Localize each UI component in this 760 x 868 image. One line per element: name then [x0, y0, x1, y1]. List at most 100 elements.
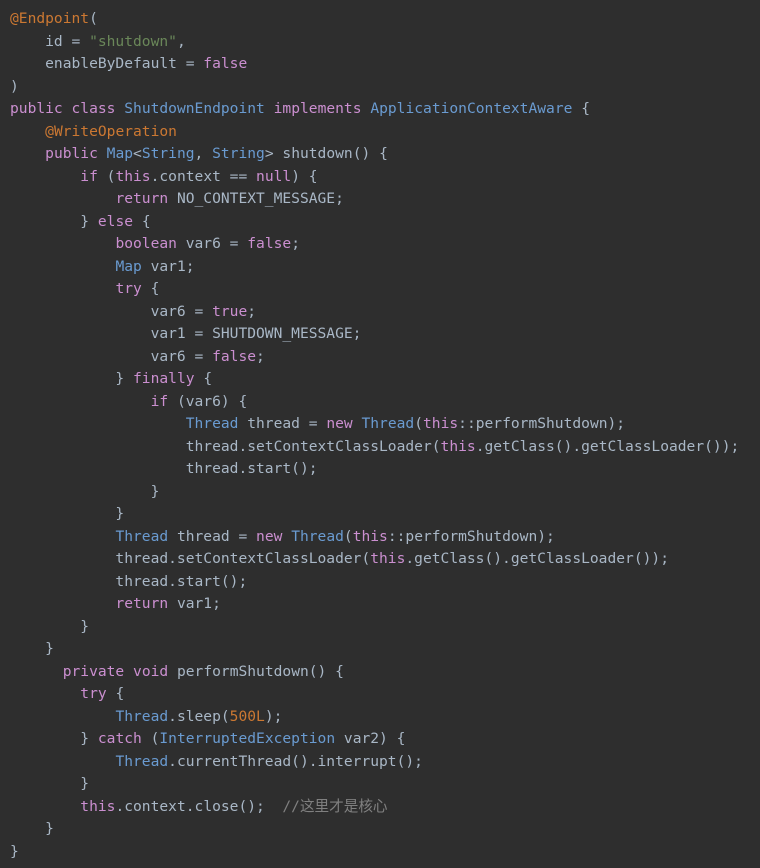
- code-token-plain: NO_CONTEXT_MESSAGE;: [168, 190, 344, 207]
- code-token-keyword: class: [71, 100, 116, 117]
- code-token-plain: thread.setContextClassLoader(: [10, 550, 371, 567]
- code-token-keyword: try: [80, 685, 107, 702]
- code-token-punct: ;: [291, 235, 300, 252]
- code-token-punct: {: [133, 212, 151, 230]
- code-token-punct: <: [133, 145, 142, 162]
- code-token-keyword: this: [370, 550, 406, 567]
- code-token-type: Thread: [361, 415, 415, 432]
- code-block[interactable]: @Endpoint( id = "shutdown", enableByDefa…: [10, 8, 760, 863]
- code-token-plain: .getClass().getClassLoader());: [405, 550, 669, 567]
- code-token-punct: (: [141, 730, 160, 747]
- code-token-plain: thread.start();: [10, 572, 248, 590]
- code-line: }: [10, 481, 760, 504]
- code-line: if (this.context == null) {: [10, 166, 760, 189]
- code-token-keyword: false: [247, 235, 292, 252]
- code-line: public Map<String, String> shutdown() {: [10, 143, 760, 166]
- code-line: Thread.currentThread().interrupt();: [10, 751, 760, 774]
- code-token-keyword: public: [45, 145, 98, 162]
- code-token-keyword: null: [256, 167, 292, 185]
- code-token-plain: .getClass().getClassLoader());: [475, 437, 740, 455]
- code-token-keyword: true: [212, 302, 248, 320]
- code-line: }: [10, 503, 760, 526]
- code-token-plain: var6 =: [10, 347, 213, 365]
- code-token-plain: ::performShutdown);: [458, 415, 626, 432]
- code-token-comment: //这里才是核心: [282, 797, 388, 815]
- code-token-keyword: private: [62, 662, 125, 680]
- code-token-plain: .context ==: [150, 167, 257, 185]
- code-token-punct: ,: [194, 145, 213, 162]
- code-token-punct: ): [10, 77, 19, 95]
- code-token-keyword: this: [80, 797, 116, 815]
- code-token-plain: var6 =: [10, 302, 213, 320]
- code-line: thread.start();: [10, 458, 760, 481]
- code-line: }: [10, 773, 760, 796]
- code-token-keyword: finally: [133, 370, 195, 387]
- code-line: Thread thread = new Thread(this::perform…: [10, 526, 760, 549]
- code-line: thread.setContextClassLoader(this.getCla…: [10, 548, 760, 571]
- code-token-plain: var1;: [141, 257, 195, 275]
- code-token-punct: ) {: [291, 167, 318, 185]
- code-token-type: Map: [106, 145, 134, 162]
- code-token-plain: var2) {: [335, 730, 406, 747]
- code-line: enableByDefault = false: [10, 53, 760, 76]
- code-token-type: InterruptedException: [159, 730, 336, 747]
- code-token-type: Thread: [185, 415, 239, 432]
- code-token-punct: ;: [256, 347, 265, 365]
- code-line: var6 = false;: [10, 346, 760, 369]
- code-token-punct: (: [89, 10, 98, 27]
- code-token-type: Map: [115, 257, 142, 275]
- code-token-plain: performShutdown() {: [168, 662, 344, 680]
- code-token-plain: );: [264, 707, 283, 725]
- code-token-plain: .sleep(: [168, 707, 230, 725]
- code-token-plain: thread =: [168, 527, 257, 545]
- code-token-plain: }: [10, 640, 54, 657]
- code-line: var1 = SHUTDOWN_MESSAGE;: [10, 323, 760, 346]
- code-token-keyword: boolean: [115, 235, 177, 252]
- code-token-string: "shutdown": [89, 32, 177, 50]
- code-token-keyword: this: [440, 437, 476, 455]
- code-token-keyword: return: [115, 595, 169, 612]
- code-token-type: Thread: [291, 527, 344, 545]
- code-editor-pane[interactable]: @Endpoint( id = "shutdown", enableByDefa…: [0, 0, 760, 868]
- code-token-punct: ;: [247, 302, 257, 320]
- code-line: }: [10, 616, 760, 639]
- code-token-keyword: if: [150, 392, 169, 410]
- code-token-type: Thread: [115, 752, 169, 770]
- code-line: }: [10, 638, 760, 661]
- code-token-punct: {: [141, 280, 160, 297]
- code-line: } else {: [10, 211, 760, 234]
- code-token-plain: var1;: [168, 595, 221, 612]
- code-token-keyword: new: [256, 527, 283, 545]
- code-token-punct: {: [194, 370, 213, 387]
- code-token-plain: }: [10, 482, 160, 500]
- code-token-plain: }: [10, 820, 54, 837]
- code-token-plain: thread.setContextClassLoader(: [10, 437, 441, 455]
- code-token-keyword: void: [133, 662, 169, 680]
- code-line: Thread thread = new Thread(this::perform…: [10, 413, 760, 436]
- code-line: public class ShutdownEndpoint implements…: [10, 98, 760, 121]
- code-token-plain: }: [10, 212, 98, 230]
- code-token-punct: ,: [176, 32, 186, 50]
- code-line: thread.start();: [10, 571, 760, 594]
- code-token-punct: (: [414, 415, 423, 432]
- code-token-number: 500L: [229, 707, 265, 725]
- code-token-keyword: false: [212, 347, 257, 365]
- code-token-plain: var6 =: [176, 235, 248, 252]
- code-token-plain: }: [10, 617, 90, 635]
- code-token-plain: }: [10, 842, 19, 860]
- code-line: @Endpoint(: [10, 8, 760, 31]
